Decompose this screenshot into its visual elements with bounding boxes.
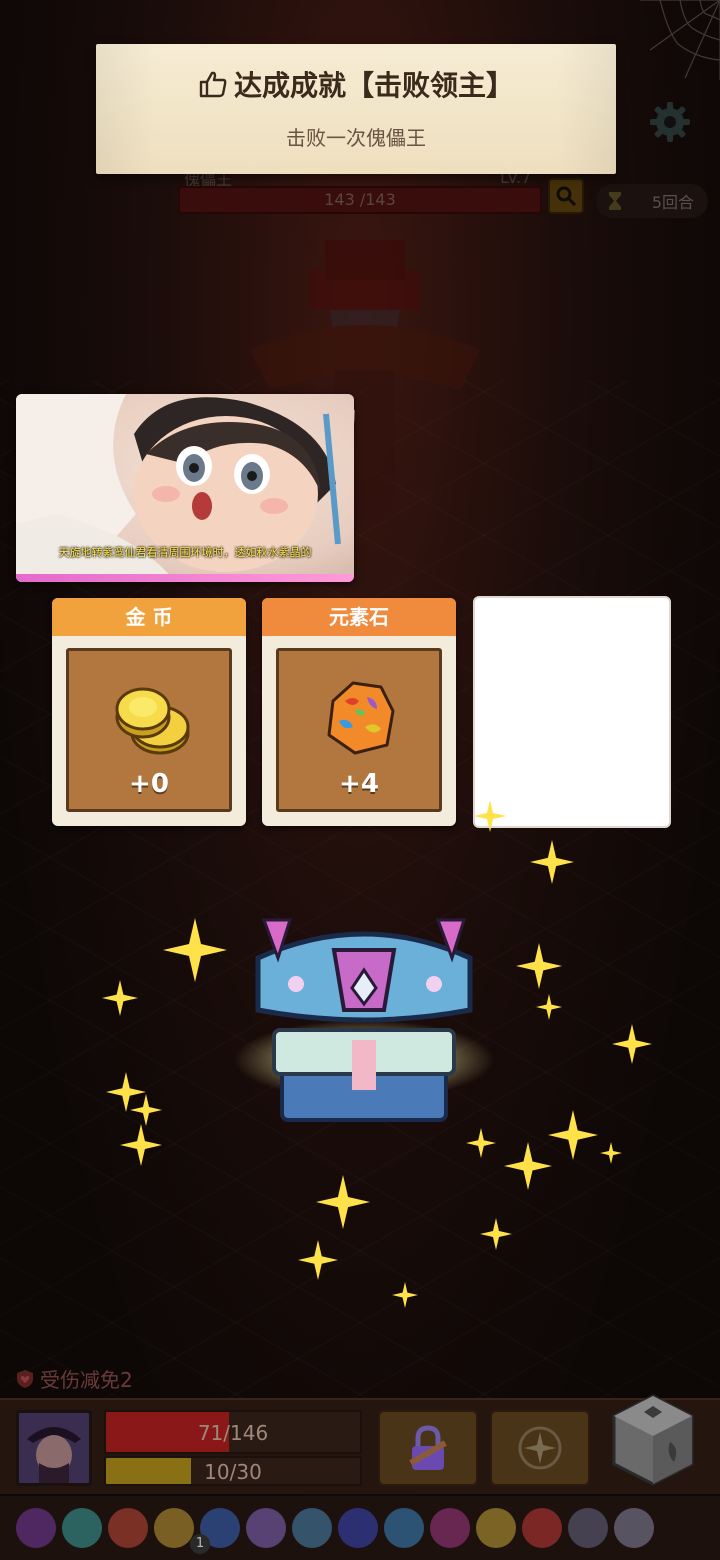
- sparkle-icon: [530, 840, 574, 884]
- reward-card-value: +0: [129, 769, 169, 799]
- relic-tray: [0, 1496, 720, 1560]
- damage-reduction-status: 受伤减免2: [14, 1364, 133, 1393]
- achievement-subtitle: 击败一次傀儡王: [286, 126, 426, 150]
- skill-slot-button[interactable]: [490, 1410, 590, 1486]
- relic-coral-icon[interactable]: [430, 1508, 470, 1548]
- player-energy-bar: 10/30: [104, 1456, 362, 1486]
- dice-button-icon[interactable]: [608, 1392, 698, 1488]
- relic-gem-icon[interactable]: [522, 1508, 562, 1548]
- player-energy-text: 10/30: [204, 1460, 262, 1484]
- video-ad-overlay[interactable]: 天旋地转紫鸾仙君看清周围环境时，透如秋水紫晶的: [16, 394, 354, 582]
- relic-feather-icon[interactable]: [614, 1508, 654, 1548]
- achievement-title-row: 达成成就【击败领主】: [96, 64, 616, 104]
- relic-glove-icon[interactable]: [476, 1508, 516, 1548]
- sparkle-icon: [298, 1240, 338, 1280]
- element-stone-icon: [327, 681, 395, 755]
- relic-gold-icon[interactable]: [154, 1508, 194, 1548]
- spark-burst-icon: [518, 1426, 562, 1470]
- hero-portrait: [19, 1413, 89, 1483]
- sparkle-icon: [612, 1024, 652, 1064]
- gold-coins-icon: [115, 687, 190, 755]
- relic-wolf-icon[interactable]: [568, 1508, 608, 1548]
- reward-card-body: +0: [66, 648, 232, 812]
- player-hp-text: 71/146: [197, 1421, 269, 1445]
- sparkle-icon: [163, 918, 227, 982]
- reward-card-body: +4: [276, 648, 442, 812]
- sparkle-icon: [536, 994, 562, 1020]
- shield-heart-icon: [17, 1369, 33, 1388]
- sparkle-icon: [316, 1175, 370, 1229]
- sparkle-icon: [516, 943, 562, 989]
- reward-card-title: 元素石: [262, 598, 456, 636]
- sparkle-icon: [504, 1142, 552, 1190]
- locked-skill-button[interactable]: [378, 1410, 478, 1486]
- ad-progress-bar: [16, 574, 354, 582]
- thumbs-up-icon: [199, 71, 227, 98]
- sparkle-icon: [102, 980, 138, 1016]
- sparkle-icon: [392, 1282, 418, 1308]
- sparkle-icon: [480, 1218, 512, 1250]
- relic-teapot-icon[interactable]: [62, 1508, 102, 1548]
- sparkle-icon: [474, 800, 506, 832]
- reward-card-gold: 金 币 +0: [52, 598, 246, 826]
- relic-potion-icon[interactable]: [16, 1508, 56, 1548]
- sparkle-icon: [548, 1110, 598, 1160]
- relic-flame-icon[interactable]: [108, 1508, 148, 1548]
- relic-triangle-icon[interactable]: [338, 1508, 378, 1548]
- lock-icon: [409, 1425, 447, 1470]
- reward-card-value: +4: [339, 769, 379, 799]
- relic-count-badge: 1: [190, 1534, 210, 1554]
- sparkle-icon: [120, 1124, 162, 1166]
- relic-orb-icon[interactable]: [292, 1508, 332, 1548]
- sparkle-icon: [130, 1094, 162, 1126]
- sparkle-icon: [466, 1128, 496, 1158]
- ad-caption: 天旋地转紫鸾仙君看清周围环境时，透如秋水紫晶的: [58, 546, 312, 559]
- reward-card-title: 金 币: [52, 598, 246, 636]
- achievement-banner: 达成成就【击败领主】 击败一次傀儡王: [96, 44, 616, 174]
- achievement-title: 达成成就【击败领主】: [233, 69, 514, 102]
- reward-card-element-stone: 元素石 +4: [262, 598, 456, 826]
- treasure-chest-icon[interactable]: [234, 900, 494, 1140]
- relic-moon-icon[interactable]: [246, 1508, 286, 1548]
- damage-reduction-text: 受伤减免2: [40, 1368, 133, 1392]
- sparkle-icon: [600, 1142, 622, 1164]
- player-hp-bar: 71/146: [104, 1410, 362, 1454]
- player-avatar[interactable]: [16, 1410, 92, 1486]
- reward-card-empty: [473, 596, 671, 828]
- relic-mushroom-icon[interactable]: [384, 1508, 424, 1548]
